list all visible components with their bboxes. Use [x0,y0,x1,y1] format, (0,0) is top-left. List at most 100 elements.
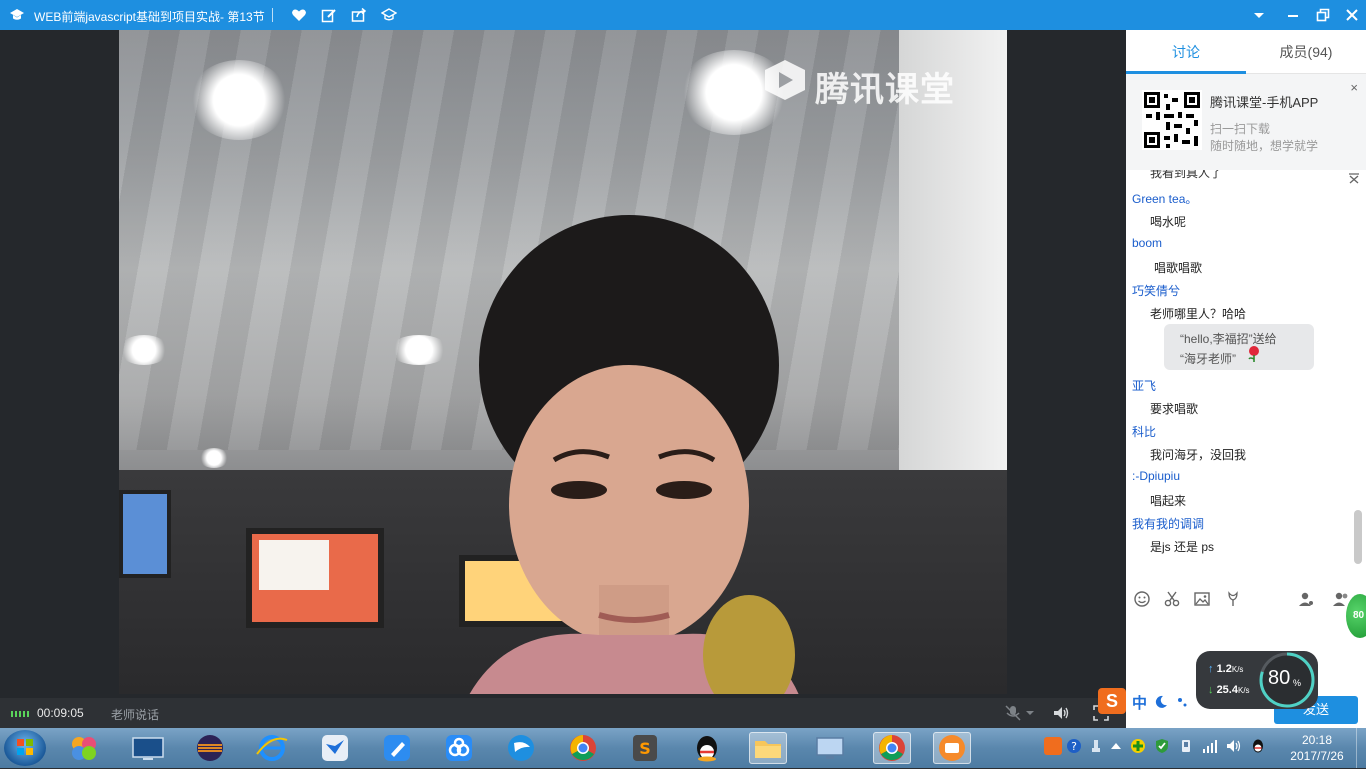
chat-username[interactable]: 科比 [1132,423,1156,440]
title-divider [272,8,273,22]
eclipse-icon[interactable] [191,732,229,764]
app-launcher-icon[interactable] [65,732,103,764]
ceiling-light [199,448,229,468]
elapsed-time: 00:09:05 [37,706,84,720]
device-icon[interactable] [1178,738,1194,754]
system-clock[interactable]: 20:18 2017/7/26 [1282,732,1352,764]
notes-app-icon[interactable] [378,732,416,764]
svg-text:S: S [639,739,651,758]
restore-icon[interactable] [1315,7,1331,23]
image-icon[interactable] [1193,590,1211,608]
chrome-icon[interactable] [564,732,602,764]
punctuation-icon[interactable] [1176,695,1190,709]
show-desktop-button[interactable] [1356,728,1366,768]
monitor [119,490,171,578]
tencent-classroom-icon[interactable] [502,732,540,764]
sogou-tray-icon[interactable] [1044,737,1062,755]
network-signal-icon[interactable] [1202,738,1218,754]
chevron-down-icon[interactable] [1024,704,1036,722]
chrome-active-icon[interactable] [873,732,911,764]
usb-icon[interactable] [1088,738,1104,754]
discussion-panel: 讨论 成员(94) 腾讯课堂-手机APP 扫一扫下载 随时随地，想学就学 × 我… [1126,30,1366,728]
chat-message: 老师哪里人？哈哈 [1150,307,1247,321]
arrow-up-icon: ↑ [1208,663,1214,675]
desktop-icon[interactable] [129,732,167,764]
clock-time: 20:18 [1301,733,1333,747]
help-icon[interactable]: ? [1066,738,1082,754]
network-monitor[interactable]: ↑ 1.2K/s ↓ 25.4K/s 80 % [1196,651,1318,709]
emoji-icon[interactable] [1133,590,1151,608]
rose-icon [1248,346,1259,362]
remote-desktop-icon[interactable] [811,732,849,764]
ime-language[interactable]: 中 [1132,692,1147,713]
graduation-cap-icon [10,9,24,20]
video-control-bar: 00:09:05 老师说话 [0,698,1126,728]
live-video[interactable]: 腾讯课堂 [119,30,1007,694]
qr-code [1142,90,1202,150]
chat-message: 是js 还是 ps [1150,540,1215,554]
gift-recipient: “海牙老师” [1180,352,1236,366]
shield-icon[interactable] [1154,738,1170,754]
tab-discussion[interactable]: 讨论 [1126,30,1246,74]
close-icon[interactable] [1344,7,1360,23]
chat-username[interactable]: 我有我的调调 [1132,515,1204,532]
promo-title: 腾讯课堂-手机APP [1210,95,1319,110]
svg-text:?: ? [1071,740,1077,753]
promo-close-icon[interactable]: × [1350,80,1358,95]
upload-speed: ↑ 1.2K/s [1208,663,1244,675]
gauge-unit: % [1293,678,1302,688]
start-button[interactable] [4,730,46,766]
user-icon[interactable] [1297,590,1315,608]
ceiling-light [189,60,289,140]
taskbar: S ? 20:18 2017/7/26 [0,728,1366,768]
ceiling-light [119,335,169,365]
chat-message: 唱起来 [1150,494,1187,508]
file-explorer-icon[interactable] [749,732,787,764]
chat-username[interactable]: boom [1132,236,1162,250]
mortarboard-icon[interactable] [381,7,397,23]
arrow-down-icon: ↓ [1208,684,1214,696]
moon-icon[interactable] [1154,695,1168,709]
internet-explorer-icon[interactable] [253,732,291,764]
audio-level-icon [11,711,29,717]
watermark: 腾讯课堂 [815,70,955,110]
sogou-logo-icon[interactable]: S [1098,688,1126,714]
memory-gauge: 80 % [1258,651,1316,709]
presenter [469,215,799,694]
volume-icon[interactable] [1052,704,1070,722]
bird-app-icon[interactable] [316,732,354,764]
baidu-cloud-icon[interactable] [440,732,478,764]
chat-username[interactable]: Green tea。 [1132,190,1197,207]
dropdown-icon[interactable] [1251,7,1267,23]
title-bar: WEB前端javascript基础到项目实战- 第13节 [0,0,1366,30]
chat-username[interactable]: 亚飞 [1132,377,1156,394]
chat-username[interactable]: 巧笑倩兮 [1132,282,1180,299]
gift-notice: “hello,李福招”送给 “海牙老师” [1164,324,1314,370]
gauge-value: 80 [1268,667,1291,689]
security-cross-icon[interactable] [1130,738,1146,754]
qq-tray-icon[interactable] [1250,738,1266,754]
chat-username[interactable]: :-Dpiupiu [1132,469,1180,483]
sublime-text-icon[interactable]: S [626,732,664,764]
volume-tray-icon[interactable] [1226,738,1242,754]
chat-message: 喝水呢 [1150,215,1187,229]
badge-value: 80 [1353,610,1365,621]
flower-icon[interactable] [1224,590,1242,608]
tab-members[interactable]: 成员(94) [1246,30,1366,73]
chat-messages: 我看到真人了 Green tea。 喝水呢 boom 唱歌唱歌 巧笑倩兮 老师哪… [1126,170,1366,590]
chat-scrollbar[interactable] [1354,510,1362,564]
floating-badge[interactable]: 80 [1346,594,1366,638]
heart-icon[interactable] [291,7,307,23]
chat-message: 我看到真人了 [1150,170,1223,180]
minimize-icon[interactable] [1285,7,1301,23]
share-icon[interactable] [351,7,367,23]
edit-icon[interactable] [321,7,337,23]
monitor-window [259,540,329,590]
scissors-icon[interactable] [1163,590,1181,608]
collapse-icon[interactable] [1348,172,1360,184]
show-hidden-icons[interactable] [1108,738,1124,754]
chat-message: 我问海牙，没回我 [1150,448,1247,462]
qq-icon[interactable] [688,732,726,764]
tencent-classroom-active-icon[interactable] [933,732,971,764]
mic-muted-icon[interactable] [1004,704,1022,722]
